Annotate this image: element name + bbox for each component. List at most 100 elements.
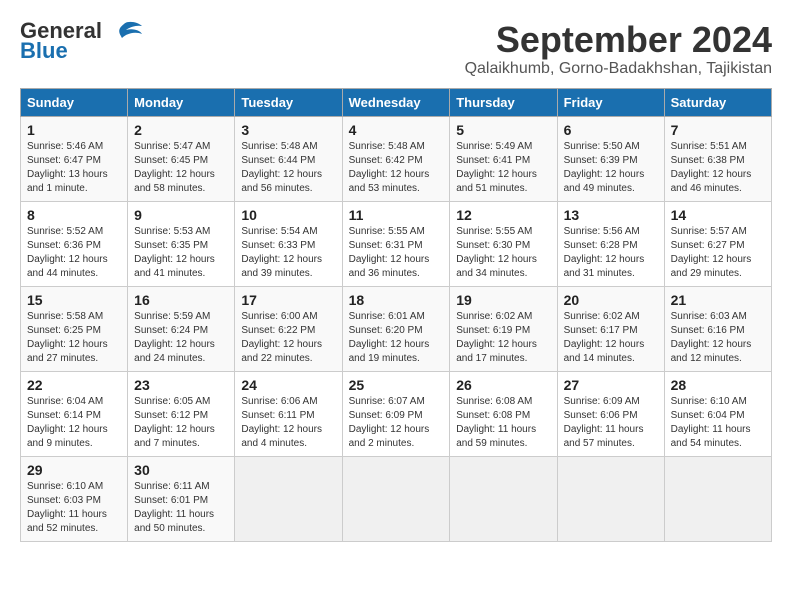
day-info: Sunrise: 5:58 AM Sunset: 6:25 PM Dayligh… <box>27 310 121 366</box>
day-info: Sunrise: 5:53 AM Sunset: 6:35 PM Dayligh… <box>134 225 228 281</box>
day-number: 13 <box>564 207 658 223</box>
calendar-cell: 6Sunrise: 5:50 AM Sunset: 6:39 PM Daylig… <box>557 116 664 201</box>
day-number: 12 <box>456 207 550 223</box>
day-info: Sunrise: 5:47 AM Sunset: 6:45 PM Dayligh… <box>134 140 228 196</box>
week-row-4: 22Sunrise: 6:04 AM Sunset: 6:14 PM Dayli… <box>21 371 772 456</box>
logo-blue-text: Blue <box>20 40 68 62</box>
weekday-header-monday: Monday <box>128 88 235 116</box>
calendar-cell: 19Sunrise: 6:02 AM Sunset: 6:19 PM Dayli… <box>450 286 557 371</box>
day-info: Sunrise: 6:03 AM Sunset: 6:16 PM Dayligh… <box>671 310 765 366</box>
day-number: 18 <box>349 292 444 308</box>
calendar-cell: 9 Sunrise: 5:53 AM Sunset: 6:35 PM Daylig… <box>128 201 235 286</box>
day-number: 25 <box>349 377 444 393</box>
day-number: 11 <box>349 207 444 223</box>
day-info: Sunrise: 5:46 AM Sunset: 6:47 PM Dayligh… <box>27 140 121 196</box>
calendar-cell: 11 Sunrise: 5:55 AM Sunset: 6:31 PM Dayli… <box>342 201 450 286</box>
day-number: 23 <box>134 377 228 393</box>
day-info: Sunrise: 5:55 AM Sunset: 6:31 PM Dayligh… <box>349 225 444 281</box>
calendar-cell: 15 Sunrise: 5:58 AM Sunset: 6:25 PM Dayli… <box>21 286 128 371</box>
day-number: 17 <box>241 292 335 308</box>
day-number: 28 <box>671 377 765 393</box>
day-number: 29 <box>27 462 121 478</box>
day-info: Sunrise: 5:54 AM Sunset: 6:33 PM Dayligh… <box>241 225 335 281</box>
calendar-cell <box>557 456 664 541</box>
day-number: 27 <box>564 377 658 393</box>
weekday-header-sunday: Sunday <box>21 88 128 116</box>
day-number: 14 <box>671 207 765 223</box>
day-info: Sunrise: 5:59 AM Sunset: 6:24 PM Dayligh… <box>134 310 228 366</box>
day-info: Sunrise: 6:11 AM Sunset: 6:01 PM Dayligh… <box>134 480 228 536</box>
day-info: Sunrise: 6:05 AM Sunset: 6:12 PM Dayligh… <box>134 395 228 451</box>
day-number: 20 <box>564 292 658 308</box>
day-info: Sunrise: 6:09 AM Sunset: 6:06 PM Dayligh… <box>564 395 658 451</box>
logo-bird-icon <box>106 20 142 42</box>
day-number: 30 <box>134 462 228 478</box>
day-info: Sunrise: 6:10 AM Sunset: 6:03 PM Dayligh… <box>27 480 121 536</box>
calendar-cell: 16 Sunrise: 5:59 AM Sunset: 6:24 PM Dayli… <box>128 286 235 371</box>
week-row-5: 29 Sunrise: 6:10 AM Sunset: 6:03 PM Dayli… <box>21 456 772 541</box>
day-number: 26 <box>456 377 550 393</box>
calendar-cell: 14 Sunrise: 5:57 AM Sunset: 6:27 PM Dayli… <box>664 201 771 286</box>
calendar-cell: 29 Sunrise: 6:10 AM Sunset: 6:03 PM Dayli… <box>21 456 128 541</box>
day-number: 10 <box>241 207 335 223</box>
day-number: 19 <box>456 292 550 308</box>
day-info: Sunrise: 5:56 AM Sunset: 6:28 PM Dayligh… <box>564 225 658 281</box>
day-number: 2 <box>134 122 228 138</box>
weekday-header-row: SundayMondayTuesdayWednesdayThursdayFrid… <box>21 88 772 116</box>
weekday-header-saturday: Saturday <box>664 88 771 116</box>
day-number: 7 <box>671 122 765 138</box>
day-info: Sunrise: 6:02 AM Sunset: 6:17 PM Dayligh… <box>564 310 658 366</box>
calendar-cell: 30 Sunrise: 6:11 AM Sunset: 6:01 PM Dayli… <box>128 456 235 541</box>
day-number: 6 <box>564 122 658 138</box>
calendar-cell: 27 Sunrise: 6:09 AM Sunset: 6:06 PM Dayli… <box>557 371 664 456</box>
month-title: September 2024 <box>465 20 772 60</box>
calendar-cell: 5 Sunrise: 5:49 AM Sunset: 6:41 PM Daylig… <box>450 116 557 201</box>
calendar-cell: 1 Sunrise: 5:46 AM Sunset: 6:47 PM Daylig… <box>21 116 128 201</box>
week-row-2: 8Sunrise: 5:52 AM Sunset: 6:36 PM Daylig… <box>21 201 772 286</box>
calendar-cell: 18 Sunrise: 6:01 AM Sunset: 6:20 PM Dayli… <box>342 286 450 371</box>
day-info: Sunrise: 6:01 AM Sunset: 6:20 PM Dayligh… <box>349 310 444 366</box>
calendar-cell: 23 Sunrise: 6:05 AM Sunset: 6:12 PM Dayli… <box>128 371 235 456</box>
day-info: Sunrise: 6:06 AM Sunset: 6:11 PM Dayligh… <box>241 395 335 451</box>
calendar-cell <box>450 456 557 541</box>
calendar-cell <box>664 456 771 541</box>
calendar-cell: 3Sunrise: 5:48 AM Sunset: 6:44 PM Daylig… <box>235 116 342 201</box>
day-number: 9 <box>134 207 228 223</box>
calendar-cell: 8Sunrise: 5:52 AM Sunset: 6:36 PM Daylig… <box>21 201 128 286</box>
day-info: Sunrise: 5:48 AM Sunset: 6:42 PM Dayligh… <box>349 140 444 196</box>
location: Qalaikhumb, Gorno-Badakhshan, Tajikistan <box>465 60 772 78</box>
title-area: September 2024 Qalaikhumb, Gorno-Badakhs… <box>465 20 772 78</box>
weekday-header-friday: Friday <box>557 88 664 116</box>
calendar-cell: 7 Sunrise: 5:51 AM Sunset: 6:38 PM Daylig… <box>664 116 771 201</box>
day-info: Sunrise: 5:51 AM Sunset: 6:38 PM Dayligh… <box>671 140 765 196</box>
weekday-header-thursday: Thursday <box>450 88 557 116</box>
calendar-cell: 2 Sunrise: 5:47 AM Sunset: 6:45 PM Daylig… <box>128 116 235 201</box>
day-info: Sunrise: 6:10 AM Sunset: 6:04 PM Dayligh… <box>671 395 765 451</box>
calendar-cell: 21 Sunrise: 6:03 AM Sunset: 6:16 PM Dayli… <box>664 286 771 371</box>
day-number: 21 <box>671 292 765 308</box>
day-number: 15 <box>27 292 121 308</box>
calendar-cell: 20 Sunrise: 6:02 AM Sunset: 6:17 PM Dayli… <box>557 286 664 371</box>
calendar-cell <box>342 456 450 541</box>
day-number: 8 <box>27 207 121 223</box>
day-info: Sunrise: 6:00 AM Sunset: 6:22 PM Dayligh… <box>241 310 335 366</box>
day-number: 24 <box>241 377 335 393</box>
day-info: Sunrise: 5:57 AM Sunset: 6:27 PM Dayligh… <box>671 225 765 281</box>
day-info: Sunrise: 5:48 AM Sunset: 6:44 PM Dayligh… <box>241 140 335 196</box>
calendar-cell: 13 Sunrise: 5:56 AM Sunset: 6:28 PM Dayli… <box>557 201 664 286</box>
calendar-cell: 4Sunrise: 5:48 AM Sunset: 6:42 PM Daylig… <box>342 116 450 201</box>
day-info: Sunrise: 5:55 AM Sunset: 6:30 PM Dayligh… <box>456 225 550 281</box>
calendar-cell: 10 Sunrise: 5:54 AM Sunset: 6:33 PM Dayli… <box>235 201 342 286</box>
calendar-cell: 26Sunrise: 6:08 AM Sunset: 6:08 PM Dayli… <box>450 371 557 456</box>
week-row-3: 15 Sunrise: 5:58 AM Sunset: 6:25 PM Dayli… <box>21 286 772 371</box>
day-number: 5 <box>456 122 550 138</box>
week-row-1: 1 Sunrise: 5:46 AM Sunset: 6:47 PM Daylig… <box>21 116 772 201</box>
day-info: Sunrise: 6:07 AM Sunset: 6:09 PM Dayligh… <box>349 395 444 451</box>
day-number: 1 <box>27 122 121 138</box>
day-info: Sunrise: 5:49 AM Sunset: 6:41 PM Dayligh… <box>456 140 550 196</box>
calendar-cell: 24 Sunrise: 6:06 AM Sunset: 6:11 PM Dayli… <box>235 371 342 456</box>
calendar-cell: 12 Sunrise: 5:55 AM Sunset: 6:30 PM Dayli… <box>450 201 557 286</box>
day-number: 16 <box>134 292 228 308</box>
calendar-body: 1 Sunrise: 5:46 AM Sunset: 6:47 PM Daylig… <box>21 116 772 541</box>
page-header: General Blue September 2024 Qalaikhumb, … <box>20 20 772 78</box>
